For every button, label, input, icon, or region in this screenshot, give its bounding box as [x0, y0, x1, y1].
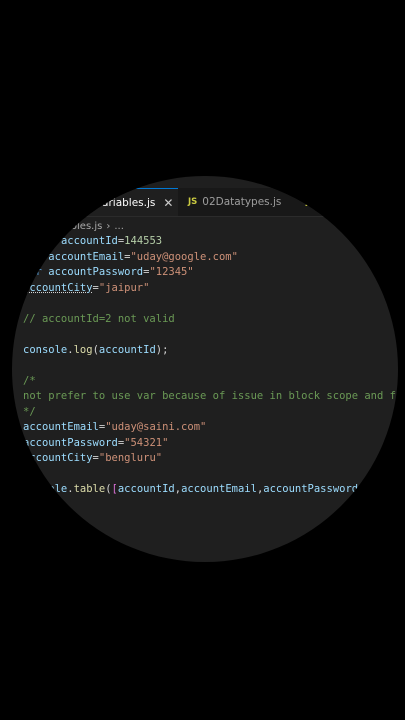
string-literal: "12345" [149, 266, 194, 278]
breadcrumb-more[interactable]: ... [114, 221, 124, 232]
tab-label: 0 [320, 196, 327, 208]
argument: accountId [98, 343, 156, 356]
tab-01variables[interactable]: JS 01Variables.js ✕ [58, 188, 178, 216]
variable: accountEmail [23, 421, 99, 433]
breadcrumb-file[interactable]: 01Variables.js [33, 221, 103, 232]
javascript-file-icon: JS [20, 221, 29, 231]
tab-03[interactable]: JS 0 [296, 188, 376, 216]
breadcrumb-separator: › [106, 220, 111, 232]
keyword: const [23, 235, 55, 247]
argument: accountPassword [263, 483, 359, 495]
keyword: var [23, 266, 42, 278]
string-literal: "uday@google.com" [130, 250, 238, 263]
code-line: console.table([accountId,accountEmail,ac… [23, 482, 358, 498]
paren-close: ); [155, 343, 169, 356]
code-line: accountCity="bengluru" [23, 451, 162, 467]
string-literal: "jaipur" [98, 281, 150, 294]
function-name: table [73, 483, 106, 495]
javascript-file-icon: JS [188, 197, 198, 207]
code-line: */ [23, 405, 36, 421]
javascript-file-icon: JS [68, 197, 78, 208]
variable: accountPassword [23, 436, 118, 449]
keyword: let [23, 250, 42, 263]
variable: accountEmail [48, 250, 125, 263]
string-literal: "uday@saini.com" [105, 421, 207, 433]
code-line: const accountId=144553 [23, 234, 162, 250]
code-line: accountPassword="54321" [23, 436, 168, 452]
tab-label: 02Datatypes.js [202, 196, 282, 208]
tab-label: 01Variables.js [82, 196, 156, 209]
javascript-file-icon: JS [306, 197, 316, 207]
number-literal: 144553 [124, 235, 163, 247]
code-line: not prefer to use var because of issue i… [23, 389, 403, 405]
code-line: /* [23, 374, 36, 390]
comment: /* [23, 374, 36, 387]
variable: accountId [60, 235, 118, 247]
argument: accountEmail [181, 483, 257, 495]
variable: accountPassword [48, 266, 144, 278]
comment: // accountId=2 not valid [23, 312, 175, 325]
string-literal: "bengluru" [98, 452, 163, 464]
function-name: log [73, 343, 93, 356]
close-icon[interactable]: ✕ [163, 196, 173, 210]
tab-02datatypes[interactable]: JS 02Datatypes.js [178, 188, 296, 216]
comment: not prefer to use var because of issue i… [23, 390, 403, 402]
breadcrumb: JS 01Variables.js › ... [20, 217, 124, 235]
string-literal: "54321" [124, 436, 169, 449]
code-line: console.log(accountId); [23, 343, 168, 359]
code-line: accountCity="jaipur" [23, 281, 149, 297]
tab-bar: JS 01Variables.js ✕ JS 02Datatypes.js JS… [12, 188, 398, 217]
code-line: accountEmail="uday@saini.com" [23, 420, 206, 436]
comment: */ [23, 405, 36, 418]
variable: accountCity [23, 281, 93, 294]
code-editor[interactable]: JS 01Variables.js ✕ JS 02Datatypes.js JS… [12, 176, 403, 562]
code-line: let accountEmail="uday@google.com" [23, 250, 238, 266]
argument: accountId [117, 483, 175, 495]
code-line: var accountPassword="12345" [23, 265, 194, 281]
variable: accountCity [23, 452, 93, 464]
object: console [23, 343, 68, 356]
code-line: // accountId=2 not valid [23, 312, 175, 328]
object: console [23, 483, 68, 495]
